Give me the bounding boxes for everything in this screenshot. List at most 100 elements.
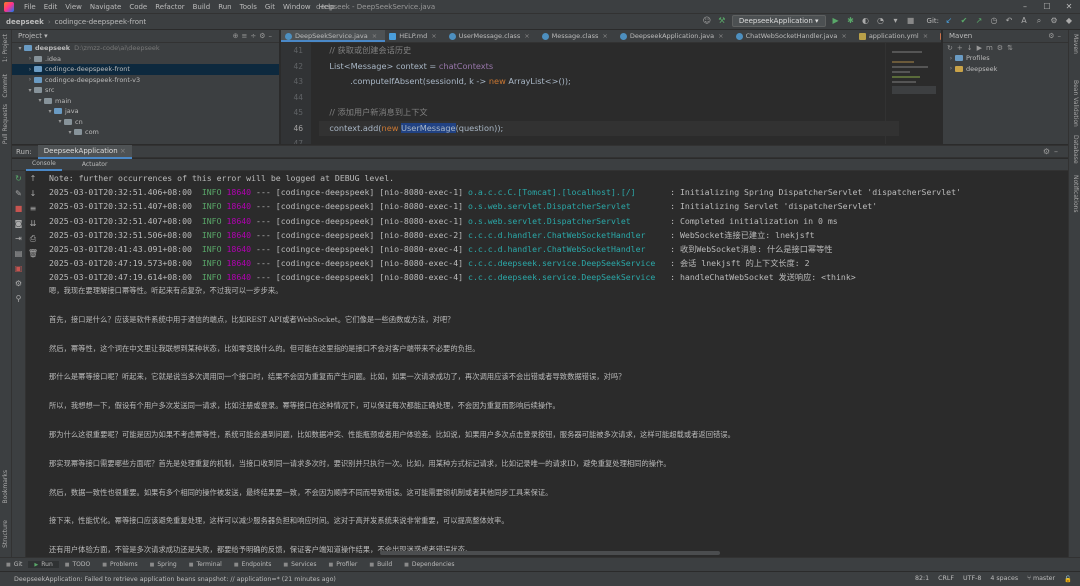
editor-tab[interactable]: UserMessage.class × (445, 30, 538, 42)
menu-item[interactable]: Navigate (86, 3, 125, 11)
close-icon[interactable]: × (524, 32, 529, 40)
indent-setting[interactable]: 4 spaces (990, 575, 1018, 583)
menu-item[interactable]: File (20, 3, 40, 11)
coverage-icon[interactable]: ◐ (861, 16, 871, 26)
tree-arrow-icon[interactable]: › (26, 76, 34, 83)
tree-arrow-icon[interactable]: ▾ (56, 118, 64, 125)
project-view-select[interactable]: Project ▾ (18, 32, 48, 40)
minimize-icon[interactable]: – (1014, 0, 1036, 14)
menu-item[interactable]: Build (189, 3, 215, 11)
lock-icon[interactable]: 🔓 (1064, 575, 1072, 583)
run-tab-deepseek-application[interactable]: DeepseekApplication × (37, 144, 132, 159)
pull-requests-tool-tab[interactable]: Pull Requests (2, 104, 9, 144)
git-branch[interactable]: ⑂ master (1027, 575, 1055, 583)
git-push-icon[interactable]: ↗ (974, 16, 984, 26)
close-icon[interactable]: × (923, 32, 928, 40)
database-tool-tab[interactable]: Database (1072, 135, 1079, 164)
maximize-icon[interactable]: ☐ (1036, 0, 1058, 14)
close-icon[interactable]: × (431, 32, 436, 40)
bookmarks-tool-tab[interactable]: Bookmarks (2, 470, 9, 504)
bottom-tool-tab[interactable]: Dependencies (398, 561, 460, 568)
close-icon[interactable]: × (120, 147, 126, 155)
editor-tab[interactable]: pom.xml× (936, 30, 941, 42)
tree-arrow-icon[interactable]: ▾ (26, 87, 34, 94)
close-icon[interactable]: × (718, 32, 723, 40)
ide-logo-icon[interactable]: ◆ (1064, 16, 1074, 26)
editor-tab[interactable]: DeepSeekService.java × (281, 30, 386, 42)
print-icon[interactable]: ⎙ (26, 231, 40, 246)
profile-icon[interactable]: ◔ (876, 16, 886, 26)
menu-item[interactable]: Refactor (151, 3, 188, 11)
tree-arrow-icon[interactable]: ▾ (36, 97, 44, 104)
project-tool-tab[interactable]: 1: Project (2, 34, 9, 62)
bottom-tool-tab[interactable]: Run (28, 561, 59, 568)
menu-item[interactable]: View (61, 3, 86, 11)
tree-item[interactable]: ▾ cn (12, 117, 279, 128)
layout-icon[interactable]: ▤ (12, 246, 25, 261)
editor-tab[interactable]: HELP.md × (385, 30, 445, 42)
bottom-tool-tab[interactable]: Spring (144, 561, 183, 568)
rollback-icon[interactable]: ↶ (1004, 16, 1014, 26)
soft-wrap-icon[interactable]: ≡ (26, 201, 40, 216)
menu-item[interactable]: Code (125, 3, 151, 11)
run-config-select[interactable]: DeepseekApplication ▾ (731, 15, 826, 27)
editor-tab[interactable]: ChatWebSocketHandler.java × (732, 30, 855, 42)
tree-arrow-icon[interactable]: ▾ (46, 108, 54, 115)
hammer-icon[interactable]: ⚒ (717, 16, 727, 26)
close-icon[interactable]: × (602, 32, 607, 40)
more-run-icon[interactable]: ▾ (891, 16, 901, 26)
tree-item[interactable]: ▾ src (12, 85, 279, 96)
tree-arrow-icon[interactable]: ▾ (66, 129, 74, 136)
breadcrumb-project[interactable]: deepseek (0, 18, 44, 26)
tree-item[interactable]: ▾ main (12, 96, 279, 107)
gear-icon[interactable]: ⚙ (1049, 16, 1059, 26)
status-message[interactable]: DeepseekApplication: Failed to retrieve … (0, 576, 336, 583)
console-output[interactable]: Note: further occurrences of this error … (40, 171, 1068, 557)
tree-item[interactable]: › .idea (12, 54, 279, 65)
tree-item[interactable]: › codingce-deepspeek-front-v3 (12, 75, 279, 86)
tree-item[interactable]: › codingce-deepspeek-front (12, 64, 279, 75)
close-icon[interactable]: × (841, 32, 846, 40)
code-area[interactable]: // 获取或创建会话历史 List<Message> context = cha… (319, 43, 899, 144)
menu-item[interactable]: Window (279, 3, 315, 11)
menu-item[interactable]: Run (214, 3, 235, 11)
line-separator[interactable]: CRLF (938, 575, 954, 583)
editor-tab[interactable]: DeepseekApplication.java × (616, 30, 732, 42)
translate-icon[interactable]: A (1019, 16, 1029, 26)
pin-icon[interactable]: ⚲ (12, 291, 25, 306)
tree-arrow-icon[interactable]: ▾ (16, 45, 24, 52)
login-icon[interactable]: ⇥ (12, 231, 25, 246)
search-icon[interactable]: ⌕ (1034, 16, 1044, 26)
bottom-tool-tab[interactable]: Endpoints (228, 561, 278, 568)
arrow-down-icon[interactable]: ↓ (26, 186, 40, 201)
commit-tool-tab[interactable]: Commit (2, 74, 9, 98)
maven-toolbar[interactable]: ↻+↓▶m⚙⇅ (943, 43, 1068, 53)
editor-tab[interactable]: application.yml × (855, 30, 936, 42)
user-icon[interactable]: ☺ (702, 16, 712, 26)
menu-item[interactable]: Edit (40, 3, 62, 11)
run-icon[interactable]: ▶ (831, 16, 841, 26)
caret-position[interactable]: 82:1 (915, 575, 929, 583)
tree-item[interactable]: ▾ deepseek D:\zmzz-code\ai\deepseek (12, 43, 279, 54)
bottom-tool-tab[interactable]: Build (363, 561, 398, 568)
file-encoding[interactable]: UTF-8 (963, 575, 981, 583)
bottom-tool-tab[interactable]: Services (277, 561, 322, 568)
tree-arrow-icon[interactable]: › (26, 55, 34, 62)
tree-item[interactable]: ▾ java (12, 106, 279, 117)
stop-icon[interactable]: ■ (906, 16, 916, 26)
maven-panel-tools[interactable]: ⚙– (1048, 30, 1064, 43)
history-icon[interactable]: ◷ (989, 16, 999, 26)
trash-icon[interactable]: 🗑 (26, 246, 40, 261)
bottom-tool-tab[interactable]: TODO (59, 561, 96, 568)
git-commit-icon[interactable]: ✔ (959, 16, 969, 26)
chevron-right-icon[interactable]: › (947, 55, 955, 62)
tree-item[interactable]: ▾ com (12, 127, 279, 138)
wrench-icon[interactable]: ✎ (12, 186, 25, 201)
bottom-tool-tab[interactable]: Git (0, 561, 28, 568)
maven-tree-item[interactable]: › deepseek (943, 64, 1068, 75)
git-update-icon[interactable]: ↙ (944, 16, 954, 26)
bottom-tool-tab[interactable]: Profiler (322, 561, 363, 568)
editor-minimap[interactable] (885, 43, 941, 144)
maven-tree-item[interactable]: › Profiles (943, 53, 1068, 64)
menu-item[interactable]: Git (261, 3, 279, 11)
